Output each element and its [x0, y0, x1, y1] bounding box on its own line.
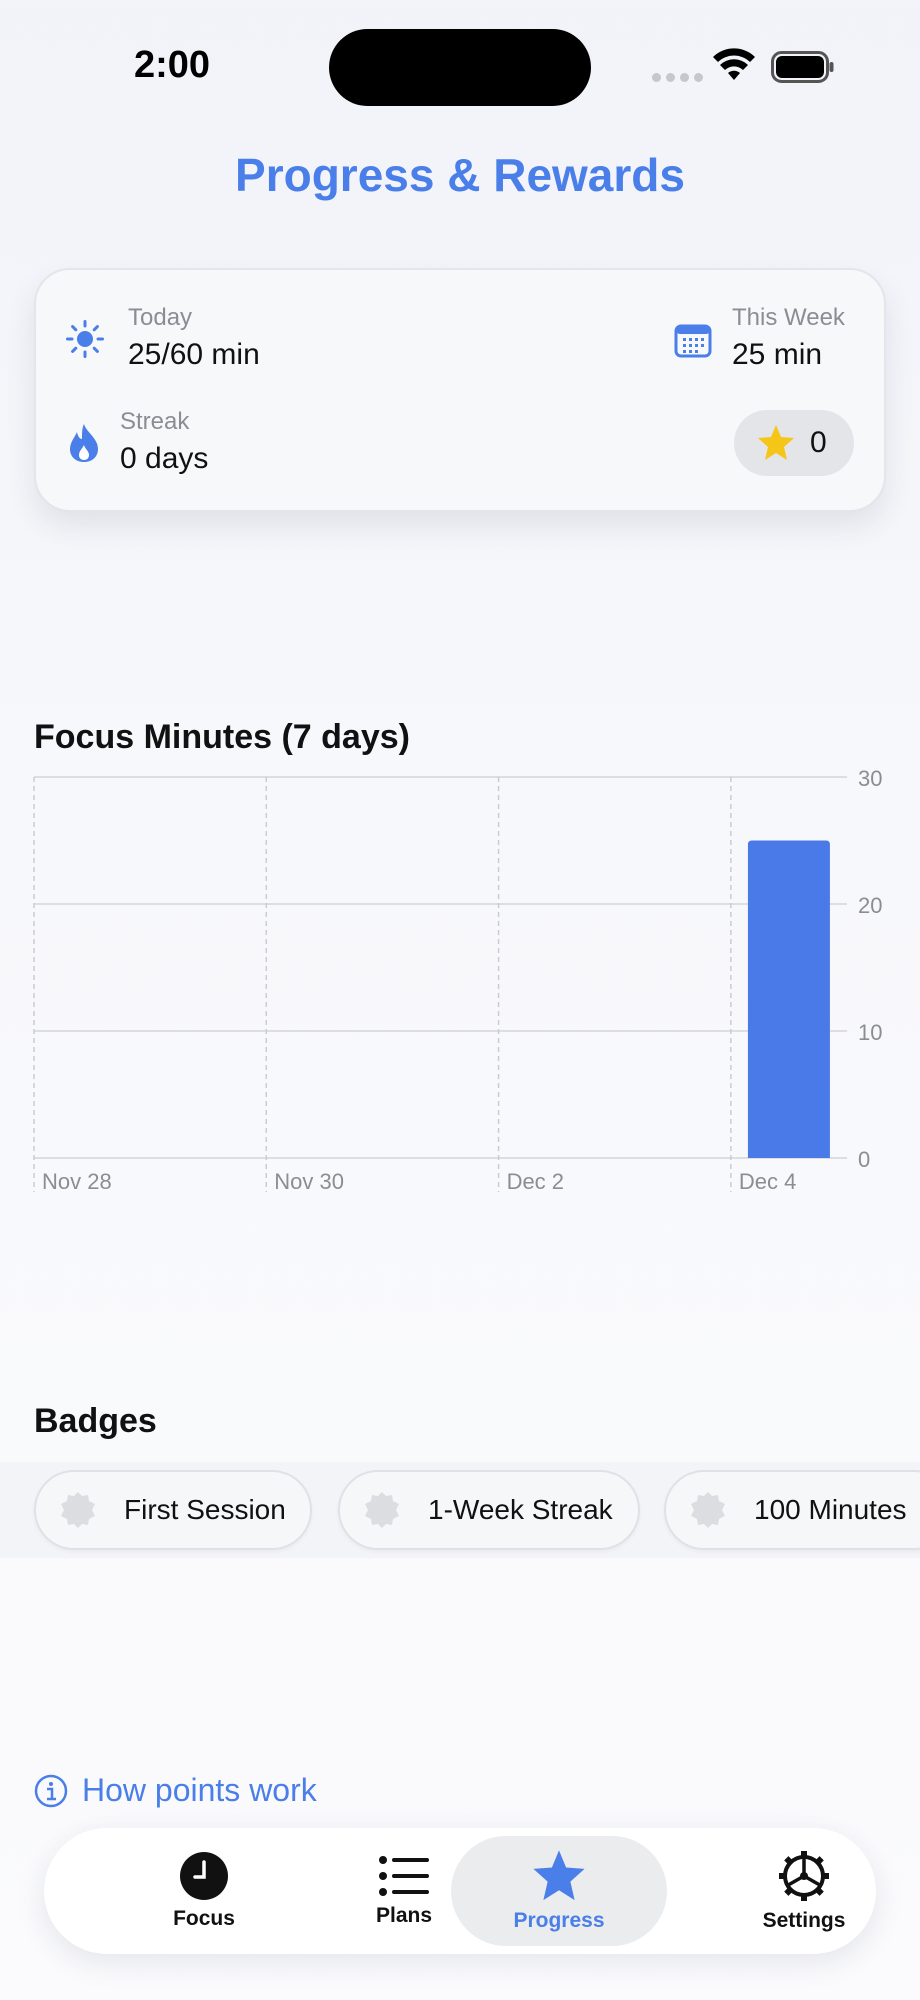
clock-icon: [180, 1852, 228, 1900]
badge-label: 1-Week Streak: [428, 1494, 613, 1525]
week-stat: This Week 25 min: [732, 304, 845, 372]
battery-icon: [771, 51, 834, 83]
today-label: Today: [128, 304, 193, 331]
star-icon: [533, 1850, 585, 1901]
badge-1-week-streak[interactable]: 1-Week Streak: [338, 1470, 640, 1550]
streak-stat: Streak 0 days: [120, 408, 208, 476]
badge-seal-icon: [365, 1492, 399, 1528]
summary-card: Today 25/60 min This Week 25 min Streak …: [34, 268, 886, 512]
badges-title: Badges: [34, 1402, 157, 1440]
status-bar: 2:00: [0, 0, 920, 120]
badge-seal-icon: [61, 1492, 95, 1528]
week-value: 25 min: [732, 338, 823, 371]
tab-focus[interactable]: Focus: [110, 1828, 298, 1954]
calendar-icon: [674, 324, 712, 358]
tab-label: Progress: [513, 1909, 605, 1932]
status-time: 2:00: [134, 44, 211, 86]
today-stat: Today 25/60 min: [128, 304, 260, 372]
sun-icon: [66, 320, 104, 358]
x-tick-label: Dec 2: [507, 1169, 564, 1194]
how-points-work-link[interactable]: How points work: [34, 1772, 317, 1809]
dynamic-island: [329, 29, 591, 106]
badge-100-minutes[interactable]: 100 Minutes: [664, 1470, 920, 1550]
flame-icon: [70, 424, 98, 462]
bar: [747, 840, 830, 1158]
badges-strip[interactable]: First Session 1-Week Streak 100 Minutes: [0, 1462, 920, 1558]
x-tick-label: Dec 4: [739, 1169, 796, 1194]
points-value: 0: [810, 426, 827, 459]
tab-bar: Focus Plans Progress Settings: [44, 1828, 876, 1954]
tab-progress[interactable]: Progress: [451, 1836, 667, 1946]
y-tick-label: 20: [858, 893, 882, 918]
today-value: 25/60 min: [128, 338, 260, 371]
tab-label: Settings: [762, 1909, 846, 1932]
chart-title: Focus Minutes (7 days): [34, 718, 410, 756]
x-tick-label: Nov 30: [274, 1169, 344, 1194]
info-icon: [34, 1774, 68, 1807]
badge-label: First Session: [124, 1494, 286, 1525]
page-title: Progress & Rewards: [235, 149, 685, 201]
cellular-signal-icon: [652, 73, 703, 82]
y-tick-label: 10: [858, 1020, 882, 1045]
badge-label: 100 Minutes: [754, 1494, 907, 1525]
tab-label: Focus: [173, 1907, 235, 1930]
y-tick-label: 30: [858, 766, 882, 791]
streak-value: 0 days: [120, 442, 209, 475]
list-icon: [379, 1856, 429, 1896]
star-icon: [758, 425, 794, 460]
badge-seal-icon: [691, 1492, 725, 1528]
tab-settings[interactable]: Settings: [710, 1828, 898, 1954]
x-tick-label: Nov 28: [42, 1169, 112, 1194]
tab-label: Plans: [375, 1904, 433, 1927]
badge-first-session[interactable]: First Session: [34, 1470, 312, 1550]
y-tick-label: 0: [858, 1147, 870, 1172]
streak-label: Streak: [120, 408, 190, 435]
focus-minutes-chart: 0 10 20 30 Nov 28 Nov 30 Dec 2 Dec 4: [33, 766, 882, 1194]
week-label: This Week: [732, 304, 845, 331]
gear-icon: [779, 1851, 829, 1901]
wifi-icon: [713, 48, 755, 80]
how-points-work-label: How points work: [82, 1772, 317, 1808]
points-pill[interactable]: 0: [734, 410, 854, 476]
